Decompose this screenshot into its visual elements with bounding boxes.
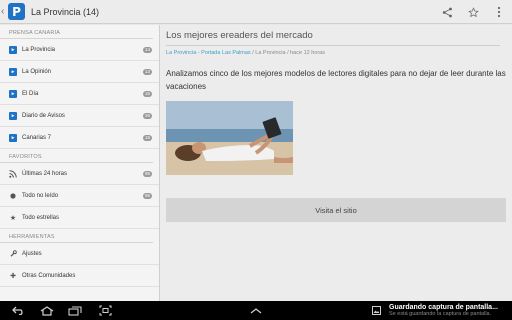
app-window: ‹ P La Provincia (14) PRENSA CANARIA ▸ L… xyxy=(0,0,512,320)
sidebar-item-ultimas-24-horas[interactable]: Últimas 24 horas 95 xyxy=(0,163,159,185)
count-badge: 14 xyxy=(143,46,152,53)
count-badge: 95 xyxy=(143,170,152,177)
back-caret-icon[interactable]: ‹ xyxy=(1,6,7,17)
article-image[interactable] xyxy=(166,101,293,175)
feed-icon: ▸ xyxy=(9,133,17,142)
feed-icon: ▸ xyxy=(9,89,17,98)
sidebar-item-label: Últimas 24 horas xyxy=(22,170,68,177)
article-title: Los mejores ereaders del mercado xyxy=(166,30,313,41)
feed-icon: ▸ xyxy=(9,111,17,120)
title-divider xyxy=(166,45,500,46)
sidebar-item-label: El Día xyxy=(22,90,39,97)
sidebar: PRENSA CANARIA ▸ La Provincia 14 ▸ La Op… xyxy=(0,25,160,301)
sidebar-item-label: Canarias 7 xyxy=(22,134,52,141)
overflow-menu-icon[interactable] xyxy=(486,0,512,24)
sidebar-item-label: La Opinión xyxy=(22,68,52,75)
feed-icon: ▸ xyxy=(9,67,17,76)
article-source-link[interactable]: La Provincia - Portada Las Palmas xyxy=(166,50,251,56)
count-badge: 26 xyxy=(143,112,152,119)
feed-icon: ▸ xyxy=(9,45,17,54)
sidebar-item-el-dia[interactable]: ▸ El Día 15 xyxy=(0,83,159,105)
plus-icon: ✚ xyxy=(10,272,16,280)
sidebar-item-label: Otras Comunidades xyxy=(22,272,76,279)
count-badge: 15 xyxy=(143,134,152,141)
home-icon[interactable] xyxy=(36,301,58,320)
app-logo[interactable]: P xyxy=(8,3,25,20)
article-pane: Los mejores ereaders del mercado La Prov… xyxy=(160,25,512,301)
sidebar-item-la-provincia[interactable]: ▸ La Provincia 14 xyxy=(0,39,159,61)
chevron-up-icon[interactable] xyxy=(244,301,268,320)
screenshot-icon[interactable] xyxy=(94,301,116,320)
section-header-prensa: PRENSA CANARIA xyxy=(0,27,153,39)
article-byline: / La Provincia / hace 12 horas xyxy=(250,50,325,56)
star-icon: ★ xyxy=(9,214,17,222)
count-badge: 15 xyxy=(143,90,152,97)
sidebar-item-canarias-7[interactable]: ▸ Canarias 7 15 xyxy=(0,127,159,149)
share-icon[interactable] xyxy=(434,0,460,24)
feed-title: La Provincia (14) xyxy=(31,6,100,17)
circle-icon xyxy=(9,192,17,200)
count-badge: 95 xyxy=(143,192,152,199)
sidebar-item-label: Diario de Avisos xyxy=(22,112,65,119)
rss-icon xyxy=(9,169,17,178)
notification-subtitle: Se está guardando la captura de pantalla… xyxy=(389,310,492,317)
sidebar-item-label: Todo estrellas xyxy=(22,214,60,221)
notification-text: Guardando captura de pantalla... Se está… xyxy=(389,304,498,318)
section-header-herramientas: HERRAMIENTAS xyxy=(0,231,153,243)
visit-site-button[interactable]: Visita el sitio xyxy=(166,198,506,222)
sidebar-item-la-opinion[interactable]: ▸ La Opinión 13 xyxy=(0,61,159,83)
screenshot-notification[interactable]: Guardando captura de pantalla... Se está… xyxy=(368,301,512,320)
action-bar: ‹ P La Provincia (14) xyxy=(0,0,512,24)
notification-title: Guardando captura de pantalla... xyxy=(389,303,498,311)
article-meta: La Provincia - Portada Las Palmas / La P… xyxy=(166,50,325,56)
sidebar-item-todo-no-leido[interactable]: Todo no leído 95 xyxy=(0,185,159,207)
section-header-favoritos: FAVORITOS xyxy=(0,151,153,163)
sidebar-item-label: Todo no leído xyxy=(22,192,59,199)
system-navigation-bar: Guardando captura de pantalla... Se está… xyxy=(0,301,512,320)
count-badge: 13 xyxy=(143,68,152,75)
sidebar-item-ajustes[interactable]: Ajustes xyxy=(0,243,159,265)
article-summary: Analizamos cinco de los mejores modelos … xyxy=(166,69,506,91)
settings-icon xyxy=(9,249,17,258)
action-bar-actions xyxy=(434,0,512,24)
star-outline-icon[interactable] xyxy=(460,0,486,24)
sidebar-item-otras-comunidades[interactable]: ✚ Otras Comunidades xyxy=(0,265,159,287)
sidebar-item-todo-estrellas[interactable]: ★ Todo estrellas xyxy=(0,207,159,229)
sidebar-item-label: Ajustes xyxy=(22,250,42,257)
image-icon xyxy=(372,306,381,315)
back-icon[interactable] xyxy=(8,301,30,320)
recent-apps-icon[interactable] xyxy=(64,301,86,320)
sidebar-item-diario-de-avisos[interactable]: ▸ Diario de Avisos 26 xyxy=(0,105,159,127)
sidebar-item-label: La Provincia xyxy=(22,46,56,53)
